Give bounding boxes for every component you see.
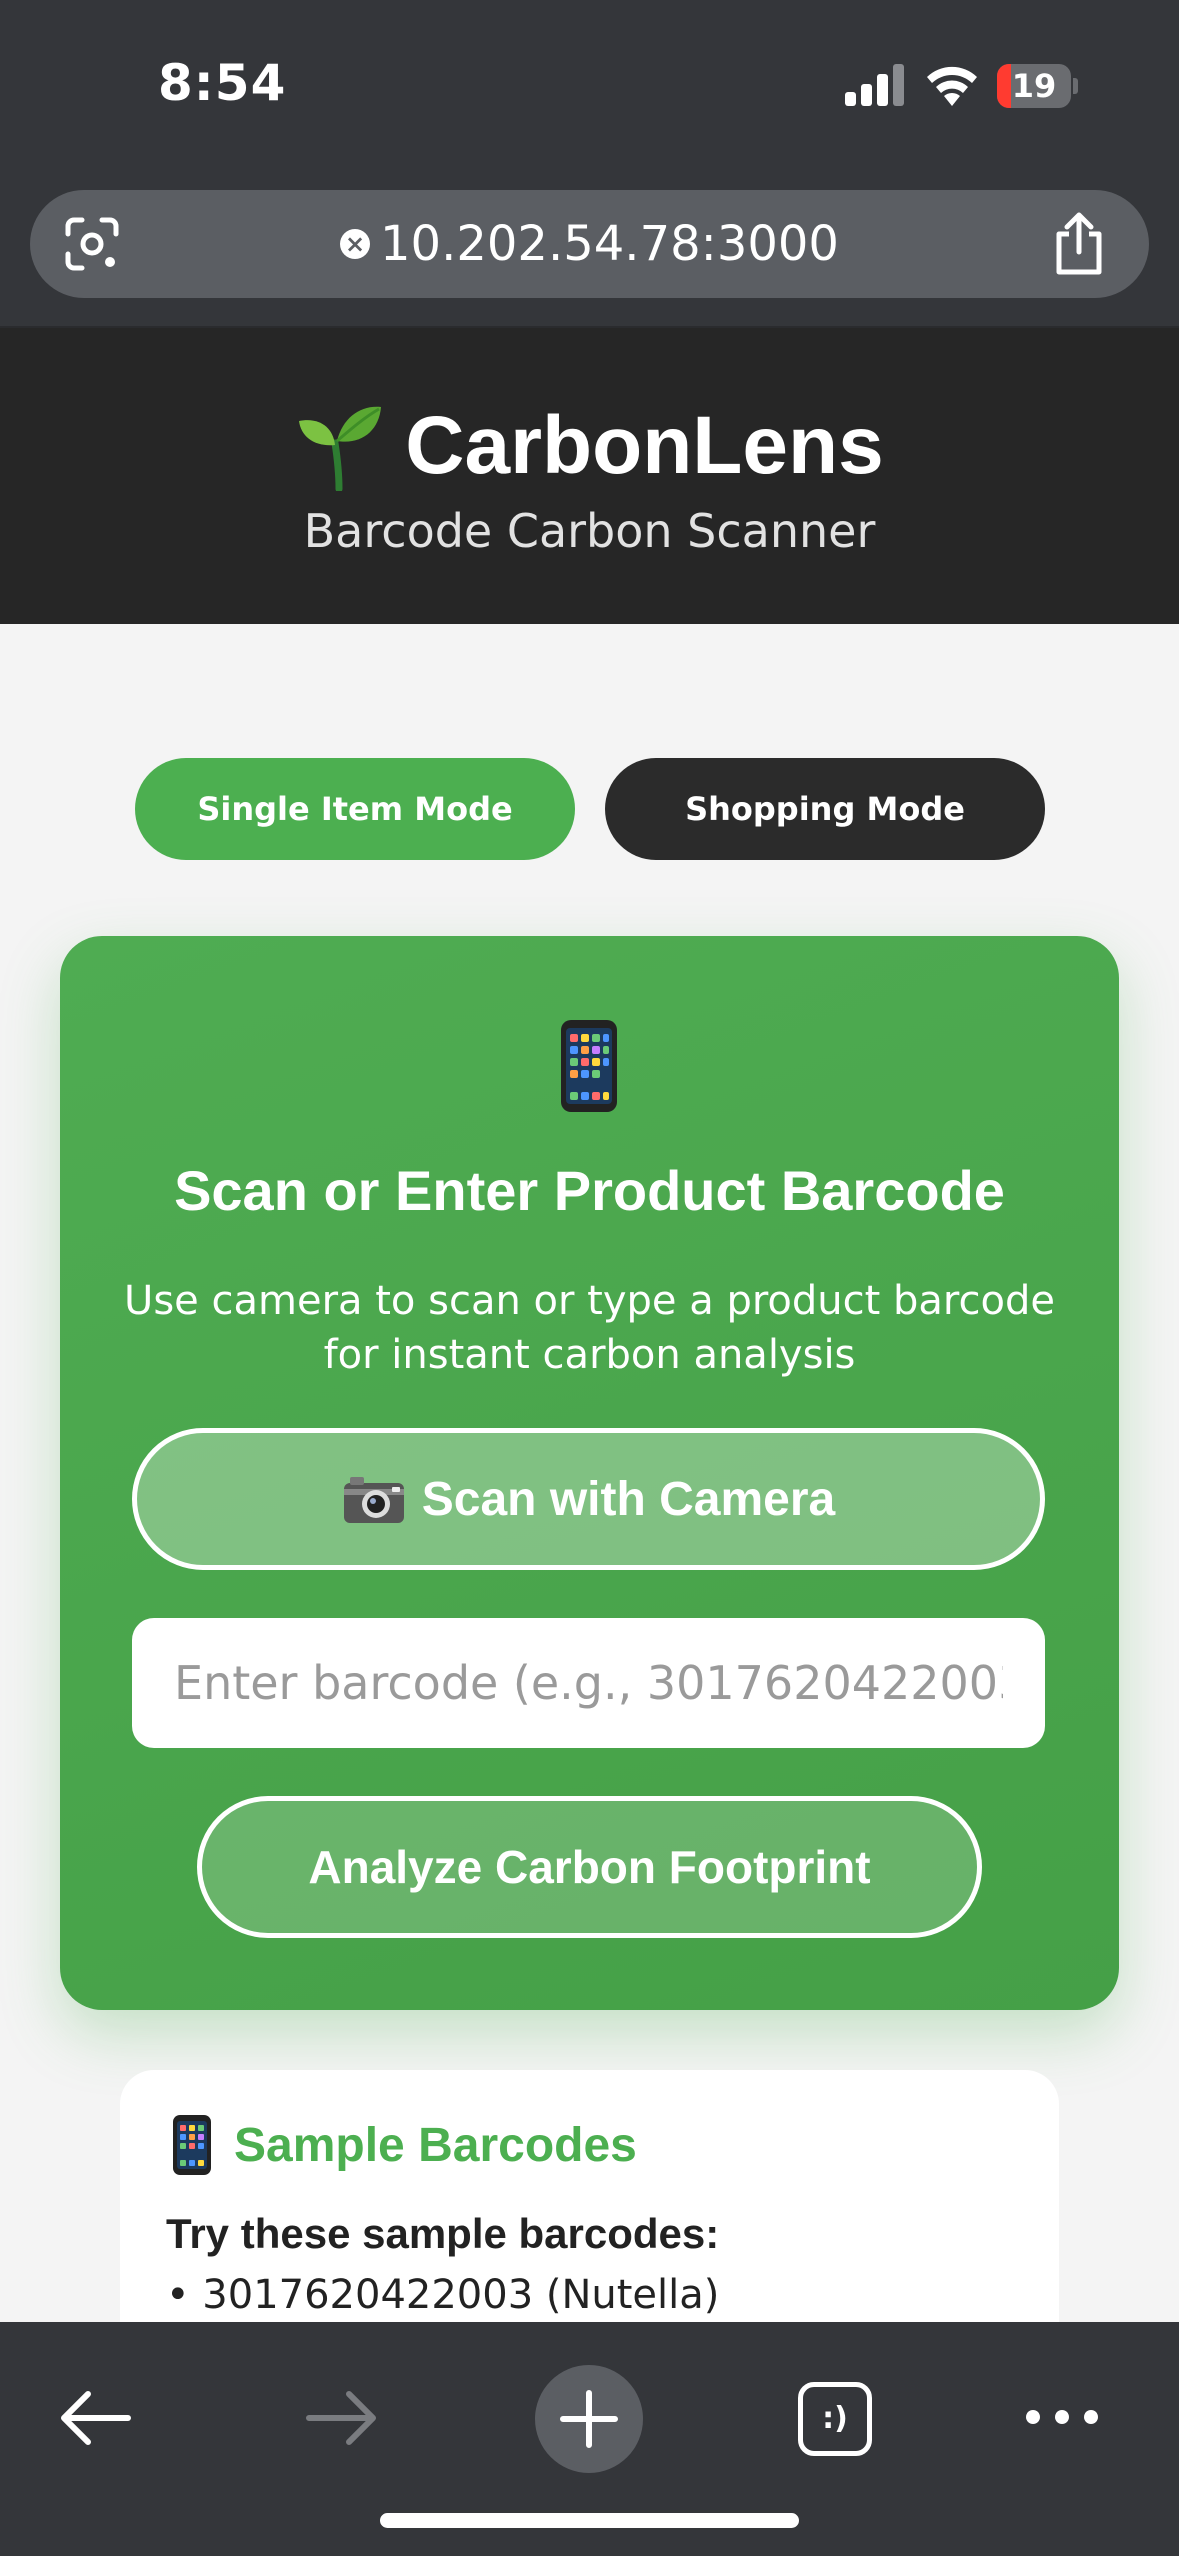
scan-card: Scan or Enter Product Barcode Use camera…: [60, 936, 1119, 2010]
scan-card-description: Use camera to scan or type a product bar…: [124, 1278, 1055, 1378]
scan-card-title: Scan or Enter Product Barcode: [174, 1159, 1005, 1222]
app-title: CarbonLens: [405, 400, 884, 491]
battery-level: 19: [1011, 67, 1057, 105]
url-display[interactable]: × 10.202.54.78:3000: [30, 190, 1149, 298]
app-subtitle: Barcode Carbon Scanner: [303, 504, 876, 558]
shopping-mode-button[interactable]: Shopping Mode: [605, 758, 1045, 860]
wifi-icon: [927, 66, 977, 106]
new-tab-button[interactable]: [535, 2365, 643, 2473]
plus-icon: [560, 2390, 618, 2448]
share-icon[interactable]: [1049, 212, 1109, 276]
app-header: CarbonLens Barcode Carbon Scanner: [0, 328, 1179, 624]
mobile-phone-icon: [561, 1020, 617, 1112]
sample-barcodes-intro: Try these sample barcodes:: [166, 2210, 720, 2257]
status-bar: 8:54 19: [0, 0, 1179, 170]
sample-barcodes-title: Sample Barcodes: [234, 2118, 637, 2172]
single-item-mode-button[interactable]: Single Item Mode: [135, 758, 575, 860]
sample-barcodes-heading: Sample Barcodes: [172, 2114, 637, 2176]
page: 8:54 19 × 10.202.54.78:3000 CarbonLens B…: [0, 0, 1179, 2556]
browser-toolbar: × 10.202.54.78:3000: [0, 170, 1179, 328]
seedling-icon: [299, 406, 382, 491]
analyze-carbon-footprint-button[interactable]: Analyze Carbon Footprint: [197, 1796, 982, 1938]
battery-icon: 19: [997, 64, 1078, 108]
url-text: 10.202.54.78:3000: [380, 216, 839, 272]
home-indicator: [380, 2513, 799, 2528]
scan-with-camera-button[interactable]: Scan with Camera: [132, 1428, 1045, 1570]
cellular-signal-icon: [845, 64, 904, 106]
scan-with-camera-label: Scan with Camera: [421, 1472, 836, 1526]
app-title-row: CarbonLens: [0, 396, 1179, 496]
back-arrow-icon[interactable]: [58, 2390, 132, 2446]
insecure-site-icon: ×: [340, 229, 371, 259]
camera-icon: [343, 1477, 404, 1523]
status-time: 8:54: [158, 54, 287, 112]
forward-arrow-icon[interactable]: [305, 2390, 379, 2446]
tabs-icon[interactable]: :): [798, 2382, 872, 2456]
sample-barcode-item[interactable]: • 3017620422003 (Nutella): [166, 2272, 719, 2318]
mobile-phone-icon: [173, 2115, 211, 2175]
address-bar[interactable]: × 10.202.54.78:3000: [30, 190, 1149, 298]
more-icon[interactable]: [1024, 2402, 1100, 2432]
barcode-input[interactable]: [132, 1618, 1045, 1748]
